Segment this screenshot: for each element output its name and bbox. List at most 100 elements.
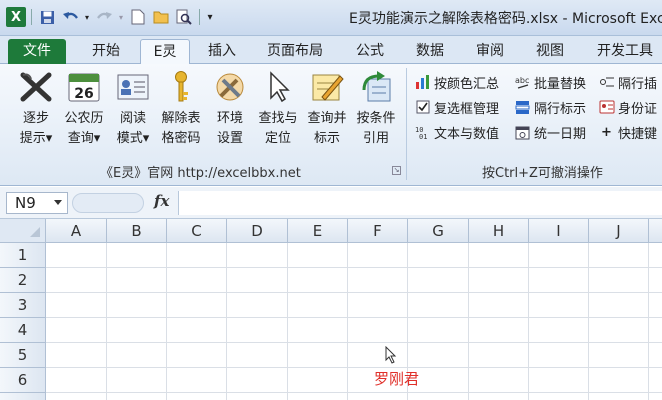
cell-f6-value[interactable]: 罗刚君: [374, 368, 419, 389]
save-icon[interactable]: [37, 7, 57, 27]
text-number-label: 文本与数值: [434, 126, 500, 142]
column-header[interactable]: C: [167, 219, 227, 243]
select-all-corner[interactable]: [0, 219, 46, 243]
column-header[interactable]: E: [288, 219, 348, 243]
tab-review[interactable]: 审阅: [466, 39, 514, 64]
ribbon-panel: 逐步 提示▾ 26 公农历 查询▾ 阅读 模式▾ 解除表 格密码 环境 设置 查…: [0, 64, 662, 186]
quick-access-toolbar: X ▾ ▾ ▾: [6, 7, 215, 27]
row-header[interactable]: 4: [0, 318, 46, 343]
unlock-password-label-2: 格密码: [161, 131, 201, 146]
row-header[interactable]: 2: [0, 268, 46, 293]
formula-bar-handle[interactable]: [72, 193, 144, 213]
column-header[interactable]: I: [529, 219, 589, 243]
x-wave-icon: [19, 70, 53, 104]
find-locate-label-2: 定位: [264, 131, 291, 146]
conditional-reference-button[interactable]: 按条件 引用: [353, 70, 399, 149]
tab-eling[interactable]: E灵: [140, 39, 190, 64]
undo-dropdown-icon[interactable]: ▾: [83, 7, 91, 27]
gridline: [46, 367, 662, 368]
alt-rows-icon: [514, 99, 531, 116]
column-header-partial[interactable]: [649, 219, 662, 243]
title-bar: X ▾ ▾ ▾ E灵功能演示之解除表格密码.xlsx - Microsoft E…: [0, 0, 662, 36]
name-box-dropdown-icon[interactable]: [54, 200, 62, 205]
unlock-password-label-1: 解除表: [161, 111, 201, 126]
batch-replace-button[interactable]: abc 批量替换: [514, 71, 587, 93]
checkbox-manager-label: 复选框管理: [434, 101, 500, 117]
reading-mode-button[interactable]: 阅读 模式▾: [110, 70, 156, 149]
plus-icon: +: [601, 124, 612, 140]
mouse-cursor-icon: [385, 346, 397, 364]
row-header[interactable]: 1: [0, 243, 46, 268]
group-separator: [406, 68, 407, 180]
redo-icon[interactable]: [94, 7, 114, 27]
new-document-icon[interactable]: [128, 7, 148, 27]
step-hint-label-2: 提示▾: [19, 131, 53, 146]
sum-by-color-label: 按颜色汇总: [434, 76, 500, 92]
query-mark-label-2: 标示: [313, 131, 340, 146]
dialog-launcher-icon[interactable]: ↘: [392, 166, 401, 175]
column-header[interactable]: B: [107, 219, 167, 243]
reference-icon: [359, 70, 393, 104]
checkbox-manager-button[interactable]: 复选框管理: [414, 96, 499, 118]
column-header[interactable]: A: [46, 219, 107, 243]
unify-date-button[interactable]: 统一日期: [514, 121, 586, 143]
tab-file[interactable]: 文件: [8, 39, 66, 64]
row-header[interactable]: 3: [0, 293, 46, 318]
checkbox-icon: [414, 99, 431, 116]
print-preview-icon[interactable]: [174, 7, 194, 27]
reading-card-icon: [116, 70, 150, 104]
customize-qat-icon[interactable]: ▾: [205, 7, 215, 27]
qat-separator: [31, 9, 32, 25]
row-header-partial[interactable]: [0, 393, 46, 400]
group-label-website: 《E灵》官网 http://excelbbx.net: [100, 166, 301, 181]
tab-developer[interactable]: 开发工具: [588, 39, 662, 64]
tab-view[interactable]: 视图: [526, 39, 574, 64]
shortcut-keys-label: 快捷键: [618, 126, 658, 142]
qat-separator: [199, 9, 200, 25]
lunar-calendar-button[interactable]: 26 公农历 查询▾: [61, 70, 107, 149]
batch-replace-label: 批量替换: [534, 76, 587, 92]
insert-alternate-rows-button[interactable]: 隔行插: [598, 71, 657, 93]
corner-triangle-icon: [30, 227, 40, 237]
unlock-sheet-password-button[interactable]: 解除表 格密码: [158, 70, 204, 149]
id-card-button[interactable]: 身份证: [598, 96, 657, 118]
query-mark-button[interactable]: 查询并 标示: [304, 70, 350, 149]
abc-replace-icon: abc: [514, 74, 531, 91]
column-header[interactable]: D: [227, 219, 288, 243]
shortcut-keys-button[interactable]: + 快捷键: [598, 121, 657, 143]
find-locate-button[interactable]: 查找与 定位: [255, 70, 301, 149]
undo-icon[interactable]: [60, 7, 80, 27]
id-card-icon: [598, 99, 615, 116]
alternate-row-mark-button[interactable]: 隔行标示: [514, 96, 586, 118]
env-settings-label-2: 设置: [216, 131, 243, 146]
row-header[interactable]: 6: [0, 368, 46, 393]
id-card-label: 身份证: [618, 101, 658, 117]
tab-home[interactable]: 开始: [82, 39, 130, 64]
column-header[interactable]: J: [589, 219, 649, 243]
redo-dropdown-icon[interactable]: ▾: [117, 7, 125, 27]
find-locate-label-1: 查找与: [258, 111, 298, 126]
row-header[interactable]: 5: [0, 343, 46, 368]
gridline: [46, 292, 662, 293]
excel-logo-icon: X: [6, 7, 26, 27]
insert-function-icon[interactable]: fx: [154, 192, 169, 210]
environment-settings-button[interactable]: 环境 设置: [207, 70, 253, 149]
formula-input[interactable]: [178, 191, 662, 215]
sum-by-color-button[interactable]: 按颜色汇总: [414, 71, 499, 93]
tab-insert[interactable]: 插入: [198, 39, 246, 64]
tab-page-layout[interactable]: 页面布局: [258, 39, 332, 64]
text-number-button[interactable]: 10 01 文本与数值: [414, 121, 500, 143]
calendar-day-text: 26: [74, 86, 93, 102]
open-folder-icon[interactable]: [151, 7, 171, 27]
tab-data[interactable]: 数据: [406, 39, 454, 64]
spreadsheet-grid[interactable]: A B C D E F G H I J 1 2 3 4 5 6 罗刚君: [0, 219, 662, 400]
cond-reference-label-2: 引用: [362, 131, 389, 146]
query-mark-label-1: 查询并: [307, 111, 347, 126]
column-header[interactable]: G: [408, 219, 469, 243]
tab-formulas[interactable]: 公式: [346, 39, 394, 64]
column-header[interactable]: H: [469, 219, 529, 243]
group-label-undo-hint: 按Ctrl+Z可撤消操作: [482, 166, 603, 181]
column-header[interactable]: F: [348, 219, 408, 243]
step-hint-button[interactable]: 逐步 提示▾: [13, 70, 59, 149]
gridline: [46, 317, 662, 318]
